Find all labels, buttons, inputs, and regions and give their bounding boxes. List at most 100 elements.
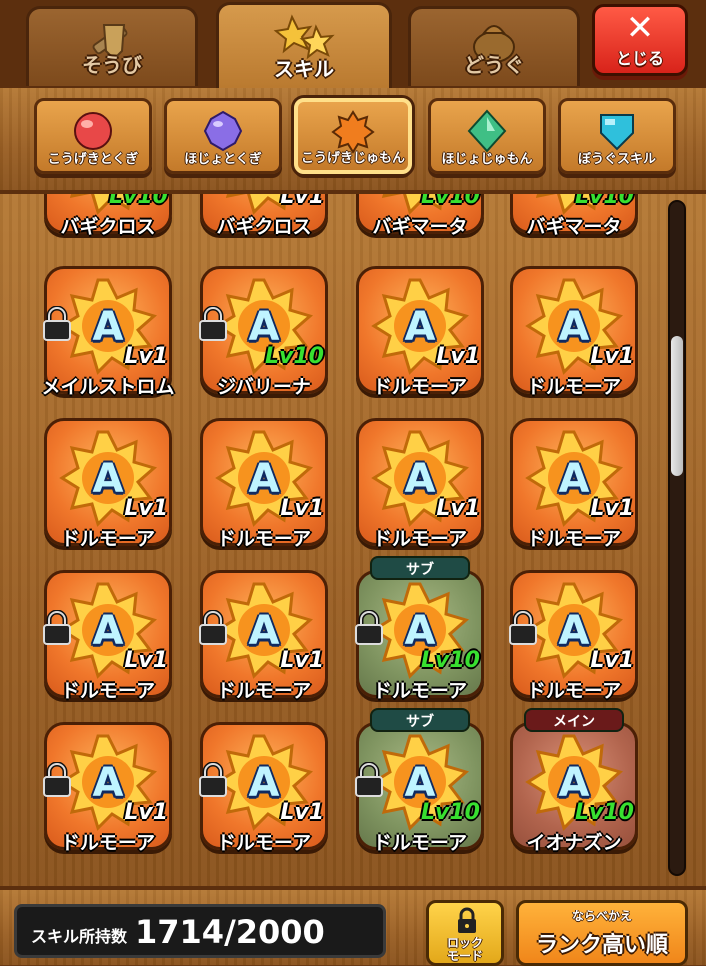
skill-name: ドルモーア <box>372 528 468 550</box>
skill-level: Lv1 <box>280 800 324 825</box>
lock-icon <box>506 609 540 650</box>
category-support-spell[interactable]: ほじょじゅもん <box>428 98 546 174</box>
skill-level: Lv1 <box>280 496 324 521</box>
skill-tile[interactable]: A Lv1 ドルモーア <box>199 570 328 702</box>
skill-tile[interactable]: A Lv1 ドルモーア <box>200 418 328 550</box>
skill-count-label: スキル所持数 <box>31 927 128 946</box>
tab-equipment[interactable]: そうび <box>26 6 198 86</box>
skill-tile[interactable]: A Lv10 ドルモーア サブ <box>355 556 484 702</box>
skill-level: Lv10 <box>109 194 168 209</box>
skill-tile[interactable]: A Lv1 ドルモーア <box>510 266 638 398</box>
lock-icon <box>40 609 74 650</box>
skill-tile[interactable]: A Lv1 ドルモーア <box>43 570 172 702</box>
category-label: ほじょとくぎ <box>184 152 262 167</box>
category-armor-skill[interactable]: ぼうぐスキル <box>558 98 676 174</box>
skill-tile[interactable]: Lv1 バギクロス <box>200 194 328 238</box>
skill-category-bar: こうげきとくぎ ほじょとくぎ こうげきじゅもん ほじょじゅもん ぼうぐスキル <box>0 88 706 194</box>
tab-skill[interactable]: スキル <box>216 2 392 90</box>
lock-icon <box>40 305 74 346</box>
skill-name: メイルストロム <box>41 376 175 398</box>
skill-level: Lv10 <box>421 194 480 209</box>
category-support-technique[interactable]: ほじょとくぎ <box>164 98 282 174</box>
skill-level: Lv1 <box>280 194 324 209</box>
skill-level: Lv1 <box>124 800 168 825</box>
skill-name: ドルモーア <box>372 376 468 398</box>
category-label: こうげきとくぎ <box>47 152 139 167</box>
skill-level: Lv10 <box>265 344 324 369</box>
skill-name: ドルモーア <box>60 528 156 550</box>
close-x-icon: ✕ <box>625 8 655 48</box>
lock-icon <box>196 609 230 650</box>
skill-equip-tag: メイン <box>524 708 624 732</box>
tab-items[interactable]: どうぐ <box>408 6 580 86</box>
skill-level: Lv1 <box>124 496 168 521</box>
category-attack-technique[interactable]: こうげきとくぎ <box>34 98 152 174</box>
top-tab-bar: そうび スキル どうぐ ✕ とじる <box>0 0 706 90</box>
skill-tile[interactable]: A Lv1 ドルモーア <box>44 418 172 550</box>
skill-name: ドルモーア <box>60 832 156 854</box>
skill-name: ドルモーア <box>216 832 312 854</box>
skill-level: Lv1 <box>590 496 634 521</box>
skill-level: Lv10 <box>575 194 634 209</box>
skill-level: Lv1 <box>436 496 480 521</box>
skill-name: ドルモーア <box>526 528 622 550</box>
skill-tile[interactable]: A Lv1 ドルモーア <box>356 418 484 550</box>
skill-name: バギマータ <box>526 216 622 238</box>
skill-name: イオナズン <box>526 832 622 854</box>
skill-level: Lv1 <box>590 648 634 673</box>
skill-name: ドルモーア <box>372 832 468 854</box>
sort-button[interactable]: ならべかえ ランク高い順 <box>516 900 688 966</box>
skill-name: バギマータ <box>372 216 468 238</box>
skill-tile[interactable]: A Lv1 ドルモーア <box>43 722 172 854</box>
skill-name: ドルモーア <box>216 528 312 550</box>
tab-label: スキル <box>274 57 334 81</box>
lock-mode-button[interactable]: ロック モード <box>426 900 504 966</box>
skill-name: ドルモーア <box>372 680 468 702</box>
scrollbar-thumb[interactable] <box>671 336 683 476</box>
lock-icon <box>455 907 479 939</box>
skill-level: Lv1 <box>436 344 480 369</box>
skill-level: Lv1 <box>124 648 168 673</box>
skill-tile[interactable]: A Lv1 ドルモーア <box>509 570 638 702</box>
skill-tile[interactable]: A Lv10 ジバリーナ <box>199 266 328 398</box>
skill-tile[interactable]: Lv10 バギマータ <box>510 194 638 238</box>
skill-tile[interactable]: Lv10 バギマータ <box>356 194 484 238</box>
skill-tile[interactable]: A Lv1 ドルモーア <box>356 266 484 398</box>
skill-count-value: 1714/2000 <box>135 913 325 951</box>
skill-tile[interactable]: Lv10 バギクロス <box>44 194 172 238</box>
tab-label: そうび <box>82 53 142 77</box>
skill-level: Lv1 <box>590 344 634 369</box>
skill-name: ドルモーア <box>526 680 622 702</box>
skill-name: ドルモーア <box>526 376 622 398</box>
skill-equip-tag: サブ <box>370 708 470 732</box>
skill-level: Lv1 <box>280 648 324 673</box>
skill-level: Lv10 <box>421 648 480 673</box>
skill-level: Lv10 <box>421 800 480 825</box>
lock-icon <box>352 609 386 650</box>
lock-icon <box>196 761 230 802</box>
scrollbar[interactable] <box>668 200 686 876</box>
close-button-label: とじる <box>615 49 664 68</box>
sort-caption: ならべかえ <box>571 909 632 923</box>
skill-level: Lv1 <box>124 344 168 369</box>
skill-tile[interactable]: A Lv10 イオナズン メイン <box>510 708 638 854</box>
category-label: ほじょじゅもん <box>441 152 533 167</box>
skill-tile[interactable]: A Lv1 ドルモーア <box>199 722 328 854</box>
skill-tile[interactable]: A Lv10 ドルモーア サブ <box>355 708 484 854</box>
category-label: こうげきじゅもん <box>300 151 405 166</box>
skill-name: ドルモーア <box>216 680 312 702</box>
skill-grid: Lv10 バギクロス Lv1 バギクロス Lv10 バギマータ Lv10 バギマータ A Lv1 メ… <box>0 194 706 886</box>
skill-tile[interactable]: A Lv1 ドルモーア <box>510 418 638 550</box>
skill-name: バギクロス <box>216 216 312 238</box>
skill-name: ジバリーナ <box>217 376 311 398</box>
next-row-peek <box>0 874 706 886</box>
skill-equip-tag: サブ <box>370 556 470 580</box>
category-attack-spell[interactable]: こうげきじゅもん <box>294 98 412 174</box>
skill-tile[interactable]: A Lv1 メイルストロム <box>41 266 175 398</box>
lock-icon <box>40 761 74 802</box>
category-label: ぼうぐスキル <box>577 152 656 167</box>
close-button[interactable]: ✕ とじる <box>592 4 688 76</box>
skill-count-box: スキル所持数 1714/2000 <box>14 904 386 958</box>
tab-label: どうぐ <box>464 53 524 77</box>
lock-icon <box>352 761 386 802</box>
